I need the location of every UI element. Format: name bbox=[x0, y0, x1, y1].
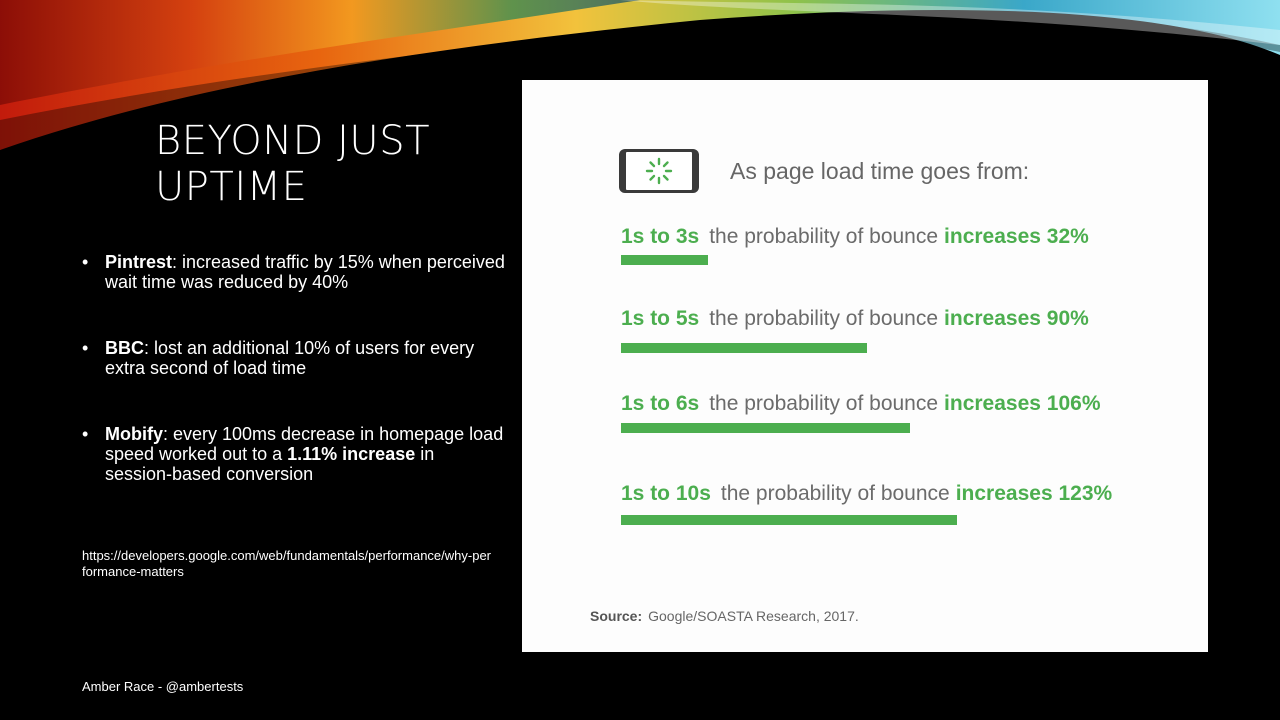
bounce-bar bbox=[621, 423, 911, 433]
bounce-increase: increases 106% bbox=[944, 392, 1101, 415]
bounce-row: 1s to 10s the probability of bounce increa… bbox=[621, 482, 1112, 506]
bounce-rate-infographic: As page load time goes from: 1s to 3s the… bbox=[522, 80, 1208, 652]
bullet-mobify: Mobify: every 100ms decrease in homepage… bbox=[82, 424, 505, 484]
bullet-highlight: 1.11% increase bbox=[287, 444, 416, 464]
bounce-phrase: the probability of bounce bbox=[720, 482, 950, 505]
bounce-phrase: the probability of bounce bbox=[709, 225, 939, 248]
bounce-increase: increases 90% bbox=[944, 307, 1089, 330]
bullet-pintrest: Pintrest: increased traffic by 15% when … bbox=[82, 252, 505, 292]
bounce-phrase: the probability of bounce bbox=[709, 392, 939, 415]
bounce-row: 1s to 5s the probability of bounce increas… bbox=[621, 307, 1089, 331]
load-range: 1s to 6s bbox=[621, 392, 700, 415]
bounce-row: 1s to 3s the probability of bounce increas… bbox=[621, 225, 1089, 249]
bounce-increase: increases 32% bbox=[944, 225, 1089, 248]
source-text: Google/SOASTA Research, 2017. bbox=[648, 608, 859, 624]
load-range: 1s to 10s bbox=[621, 482, 711, 505]
bullet-label: Mobify bbox=[105, 424, 163, 444]
bounce-row: 1s to 6s the probability of bounce increas… bbox=[621, 392, 1101, 416]
reference-link[interactable]: https://developers.google.com/web/fundam… bbox=[82, 548, 492, 580]
bounce-increase: increases 123% bbox=[955, 482, 1113, 505]
footer-author: Amber Race - @ambertests bbox=[82, 679, 244, 694]
load-range: 1s to 5s bbox=[621, 307, 700, 330]
bullet-label: Pintrest bbox=[105, 252, 173, 272]
bounce-bar bbox=[621, 255, 709, 265]
slide-title: BEYOND JUST UPTIME bbox=[155, 118, 431, 210]
infographic-title: As page load time goes from: bbox=[730, 158, 1030, 184]
bounce-bar bbox=[621, 515, 957, 525]
bullet-bbc: BBC: lost an additional 10% of users for… bbox=[82, 338, 505, 378]
bullet-label: BBC bbox=[105, 338, 144, 358]
bounce-phrase: the probability of bounce bbox=[709, 307, 939, 330]
bullet-text: : lost an additional 10% of users for ev… bbox=[105, 338, 475, 378]
bounce-bar bbox=[621, 343, 867, 353]
source-citation: Source: Google/SOASTA Research, 2017. bbox=[590, 608, 859, 624]
phone-loading-icon bbox=[619, 149, 699, 193]
load-range: 1s to 3s bbox=[621, 225, 700, 248]
source-label: Source: bbox=[590, 608, 643, 624]
